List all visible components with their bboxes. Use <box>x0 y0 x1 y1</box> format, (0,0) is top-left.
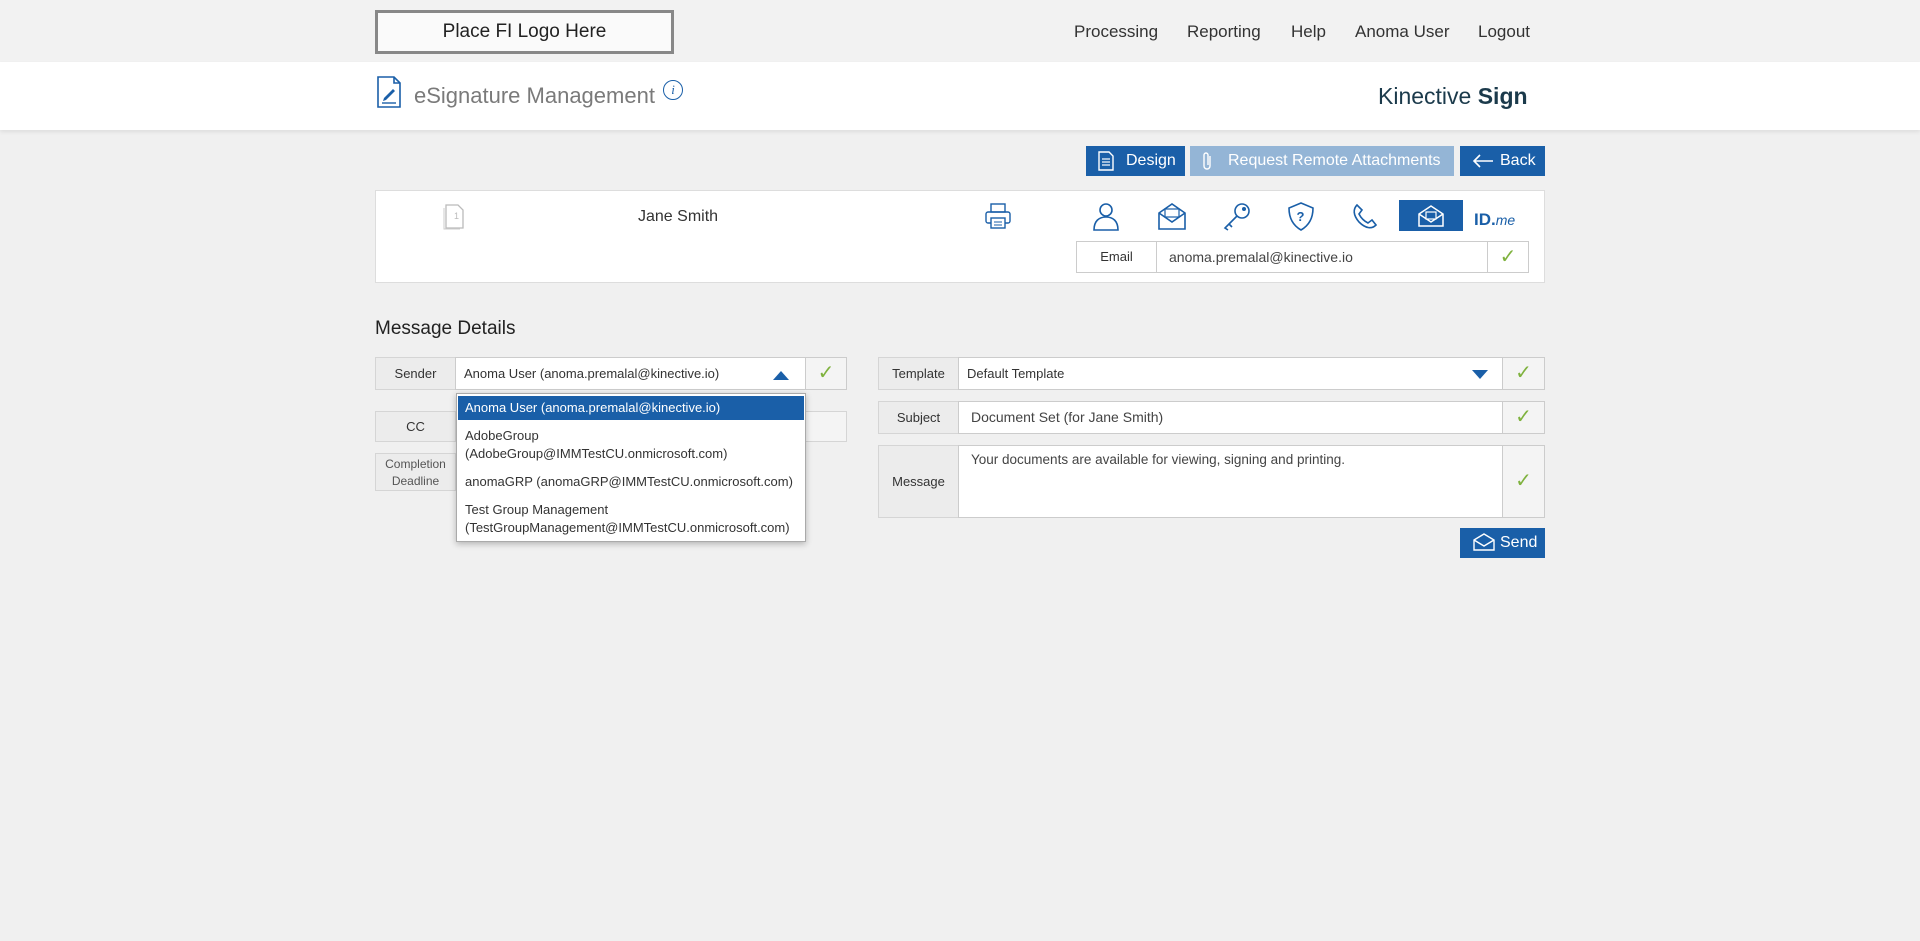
signer-document-icon: 1 <box>443 204 464 230</box>
signer-name: Jane Smith <box>638 208 719 225</box>
svg-text:?: ? <box>1297 209 1305 224</box>
subject-check-icon: ✓ <box>1502 401 1545 434</box>
caret-down-icon[interactable] <box>1472 370 1488 380</box>
brand-bold: Sign <box>1477 83 1528 109</box>
document-list-icon <box>1098 151 1114 171</box>
template-label: Template <box>878 357 959 390</box>
send-envelope-icon <box>1473 533 1495 551</box>
document-sign-icon <box>377 76 401 108</box>
option-label: Test Group Management <box>465 502 609 517</box>
message-label: Message <box>878 445 959 518</box>
send-label: Send <box>1500 534 1538 551</box>
option-sublabel: (TestGroupManagement@IMMTestCU.onmicroso… <box>465 520 790 535</box>
subject-label: Subject <box>878 401 959 434</box>
cc-check-box <box>805 411 847 442</box>
message-check-icon: ✓ <box>1502 445 1545 518</box>
info-icon[interactable]: i <box>663 80 683 100</box>
brand-logo: Kinective Sign <box>1378 83 1528 110</box>
send-button[interactable]: Send <box>1460 528 1545 558</box>
remote-attachments-label: Request Remote Attachments <box>1228 152 1441 169</box>
design-label: Design <box>1126 152 1176 169</box>
template-value: Default Template <box>967 366 1065 381</box>
email-value[interactable]: anoma.premalal@kinective.io <box>1156 241 1488 273</box>
sender-select[interactable]: Anoma User (anoma.premalal@kinective.io) <box>455 357 806 390</box>
email-envelope-icon[interactable] <box>1156 201 1188 231</box>
email-label: Email <box>1076 241 1157 273</box>
brand-light: Kinective <box>1378 83 1472 109</box>
svg-text:1: 1 <box>454 211 459 221</box>
idme-prefix: ID. <box>1474 210 1496 229</box>
message-textarea[interactable]: Your documents are available for viewing… <box>958 445 1503 518</box>
sender-option-2[interactable]: anomaGRP (anomaGRP@IMMTestCU.onmicrosoft… <box>458 473 804 491</box>
message-details-title: Message Details <box>375 318 516 339</box>
sender-option-0[interactable]: Anoma User (anoma.premalal@kinective.io) <box>458 396 804 420</box>
subject-input[interactable]: Document Set (for Jane Smith) <box>958 401 1503 434</box>
design-button[interactable]: Design <box>1086 146 1185 176</box>
email-check-icon: ✓ <box>1487 241 1529 273</box>
sender-check-icon: ✓ <box>805 357 847 390</box>
arrow-left-icon <box>1472 154 1493 168</box>
template-select[interactable]: Default Template <box>958 357 1503 390</box>
secure-email-tab-selected[interactable] <box>1399 200 1463 231</box>
deadline-label-line2: Deadline <box>391 474 440 488</box>
person-icon[interactable] <box>1090 201 1122 231</box>
phone-icon[interactable] <box>1349 201 1381 231</box>
top-bar <box>0 0 1920 62</box>
question-shield-icon[interactable]: ? <box>1285 201 1317 231</box>
template-check-icon: ✓ <box>1502 357 1545 390</box>
idme-suffix: me <box>1495 212 1516 228</box>
printer-icon[interactable] <box>984 202 1012 230</box>
option-sublabel: (AdobeGroup@IMMTestCU.onmicrosoft.com) <box>465 446 728 461</box>
sender-option-3[interactable]: Test Group Management (TestGroupManagemen… <box>458 501 804 537</box>
sender-value: Anoma User (anoma.premalal@kinective.io) <box>464 366 720 381</box>
caret-up-icon[interactable] <box>773 370 789 380</box>
cc-label: CC <box>375 411 456 442</box>
paperclip-icon <box>1203 152 1211 170</box>
back-button[interactable]: Back <box>1460 146 1545 176</box>
option-label: Anoma User (anoma.premalal@kinective.io) <box>465 400 721 415</box>
page-title: eSignature Management <box>414 83 655 108</box>
sender-option-1[interactable]: AdobeGroup (AdobeGroup@IMMTestCU.onmicros… <box>458 427 804 463</box>
nav-help[interactable]: Help <box>1291 22 1326 42</box>
option-label: anomaGRP (anomaGRP@IMMTestCU.onmicrosoft… <box>465 474 793 489</box>
key-icon[interactable] <box>1221 201 1253 231</box>
nav-processing[interactable]: Processing <box>1074 22 1158 42</box>
page-header <box>0 62 1920 130</box>
logo-placeholder: Place FI Logo Here <box>375 10 674 54</box>
request-remote-attachments-button[interactable]: Request Remote Attachments <box>1190 146 1454 176</box>
nav-logout[interactable]: Logout <box>1478 22 1530 42</box>
back-label: Back <box>1500 152 1536 169</box>
sender-dropdown-list: Anoma User (anoma.premalal@kinective.io)… <box>456 393 806 542</box>
idme-logo[interactable]: ID.me <box>1474 210 1515 230</box>
deadline-label-line1: Completion <box>385 457 446 471</box>
sender-label: Sender <box>375 357 456 390</box>
completion-deadline-label: Completion Deadline <box>375 453 456 491</box>
nav-reporting[interactable]: Reporting <box>1187 22 1261 42</box>
nav-user[interactable]: Anoma User <box>1355 22 1449 42</box>
option-label: AdobeGroup <box>465 428 539 443</box>
secure-email-icon <box>1418 205 1444 227</box>
